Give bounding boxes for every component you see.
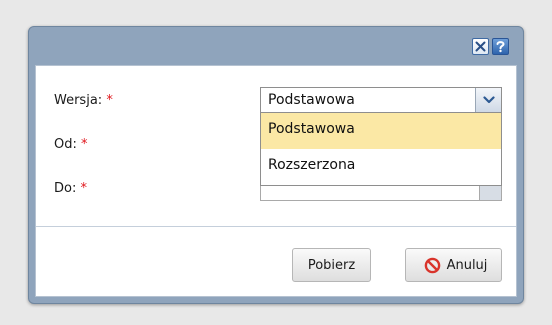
wersja-select[interactable]: Podstawowa	[260, 87, 502, 113]
help-button[interactable]	[492, 38, 509, 55]
wersja-select-value: Podstawowa	[268, 92, 355, 108]
chevron-down-icon	[482, 96, 495, 104]
do-label: Do: *	[54, 181, 87, 196]
dialog: Wersja: * Od: * Do: * Podstawowa Podstaw…	[28, 26, 524, 304]
od-label-text: Od:	[54, 137, 77, 152]
wersja-dropdown-button[interactable]	[475, 88, 501, 112]
footer-divider	[36, 226, 516, 227]
anuluj-button[interactable]: Anuluj	[405, 248, 502, 282]
dialog-body: Wersja: * Od: * Do: * Podstawowa Podstaw…	[35, 65, 517, 297]
pobierz-label: Pobierz	[307, 257, 356, 273]
close-icon	[475, 41, 486, 52]
wersja-label-text: Wersja:	[54, 93, 103, 108]
pobierz-button[interactable]: Pobierz	[292, 248, 371, 282]
required-mark: *	[106, 93, 113, 108]
do-label-text: Do:	[54, 181, 77, 196]
help-icon	[496, 41, 505, 53]
dialog-titlebar	[35, 27, 517, 65]
close-button[interactable]	[472, 38, 489, 55]
anuluj-label: Anuluj	[446, 257, 488, 273]
required-mark: *	[81, 137, 88, 152]
cancel-icon	[424, 257, 441, 274]
page: Wersja: * Od: * Do: * Podstawowa Podstaw…	[0, 0, 552, 325]
wersja-label: Wersja: *	[54, 93, 113, 108]
required-mark: *	[80, 181, 87, 196]
wersja-options-list: Podstawowa Rozszerzona	[260, 112, 502, 186]
od-label: Od: *	[54, 137, 88, 152]
option-rozszerzona[interactable]: Rozszerzona	[261, 149, 501, 185]
option-podstawowa[interactable]: Podstawowa	[261, 113, 501, 149]
